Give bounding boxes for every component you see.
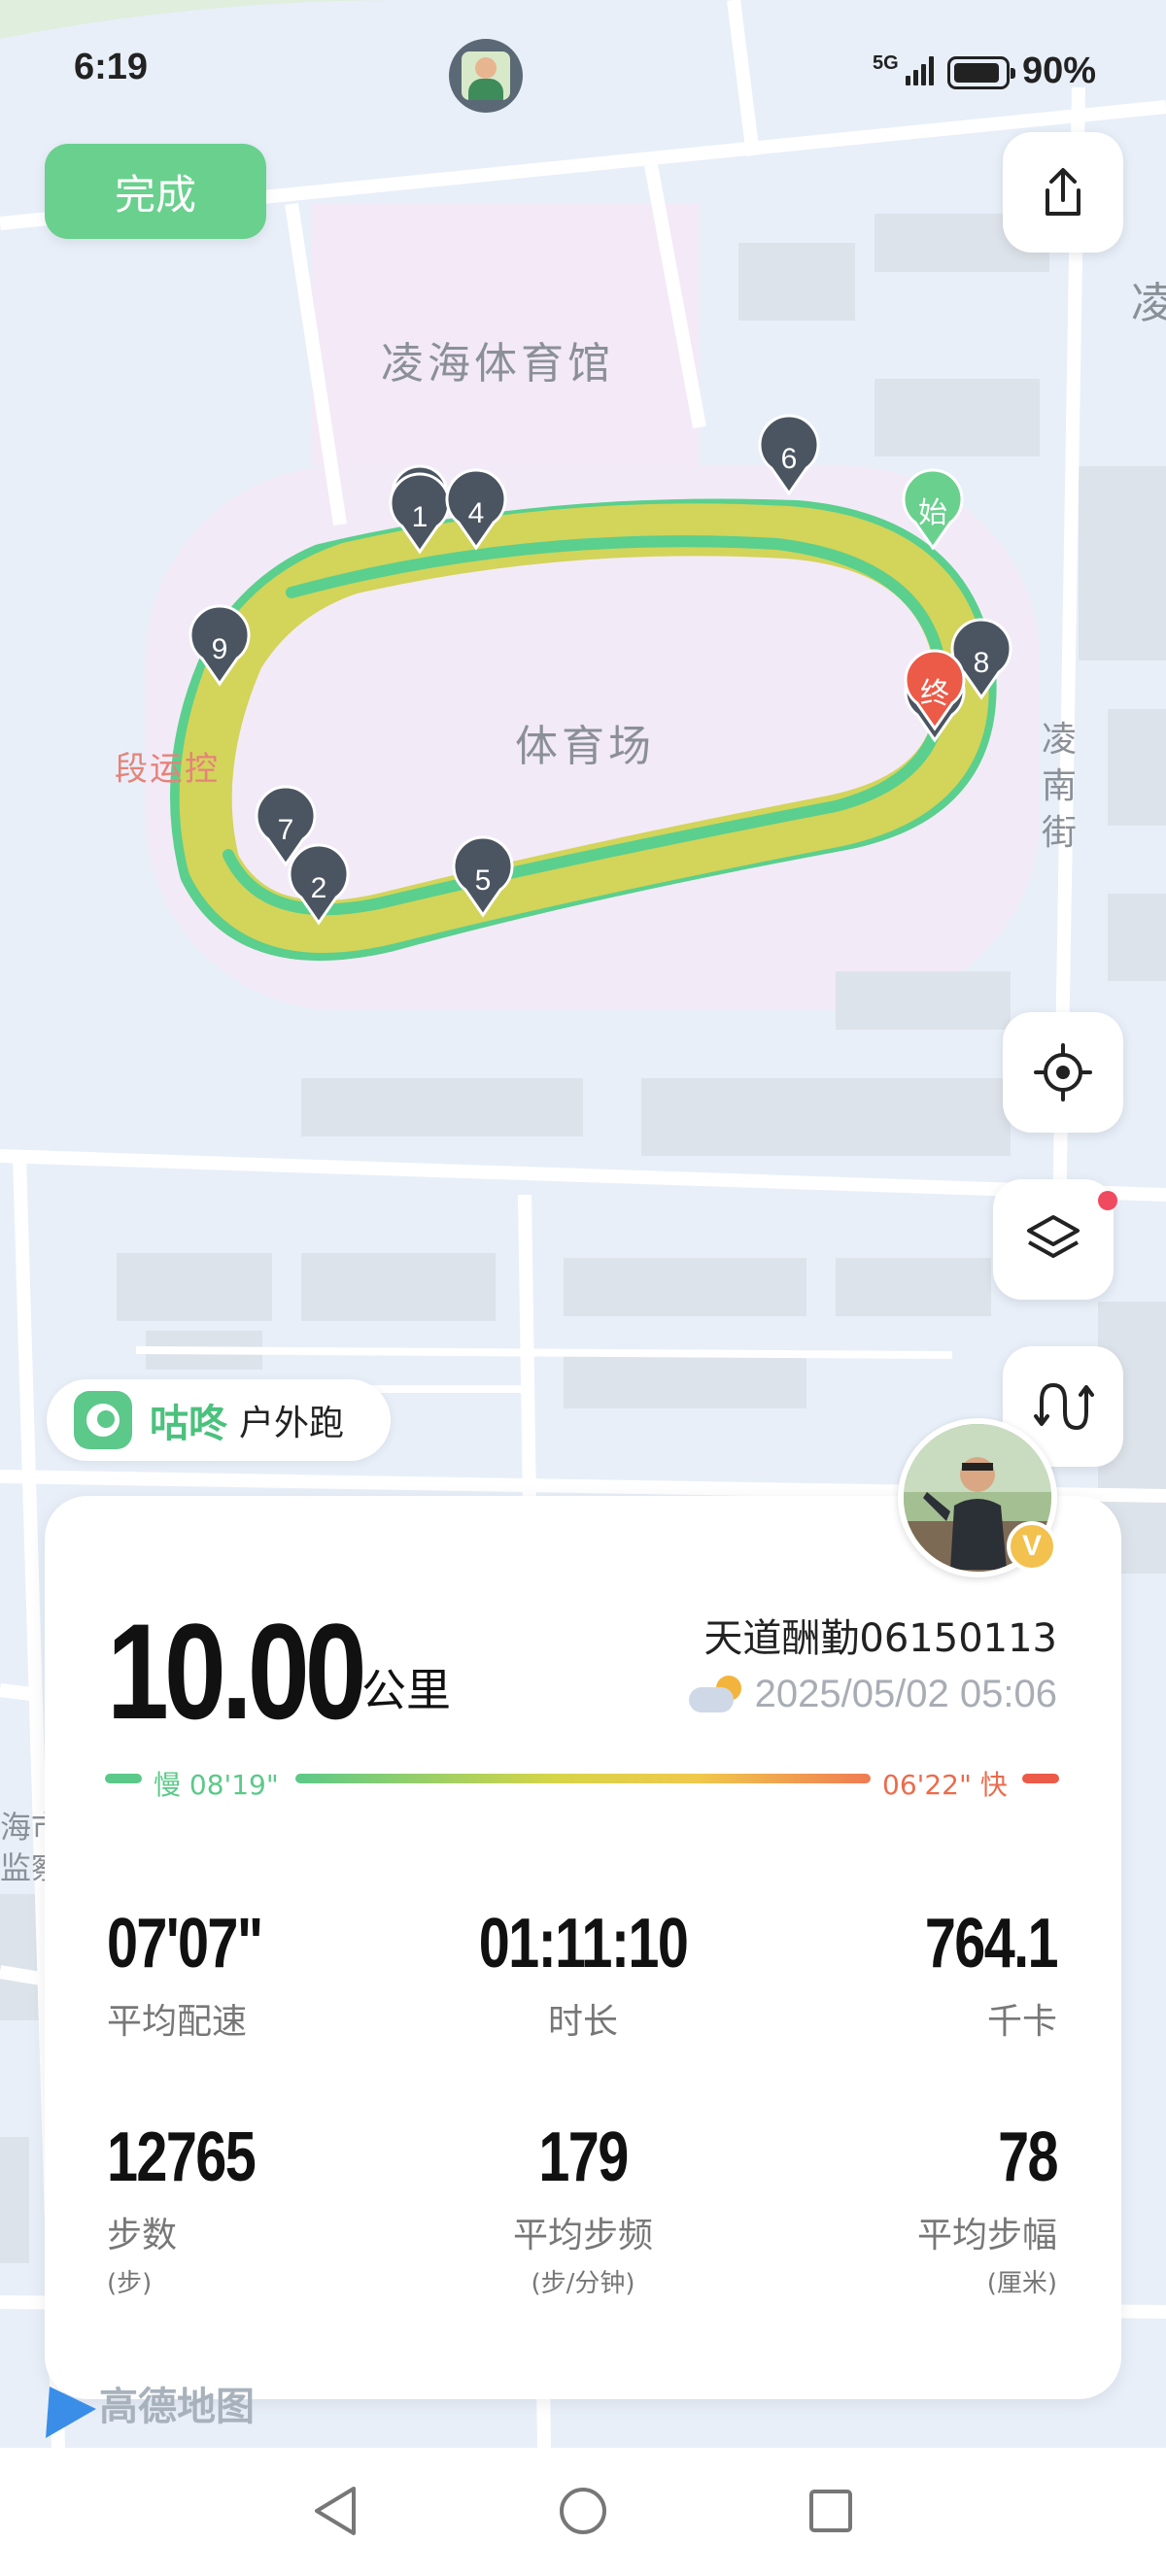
stat-value: 07'07": [107, 1905, 263, 1983]
app-logo-icon: [74, 1391, 132, 1449]
locate-icon: [1034, 1043, 1092, 1102]
home-button[interactable]: [549, 2477, 617, 2545]
battery-percent: 90%: [1022, 51, 1097, 91]
poi-label: 段运控: [115, 750, 220, 789]
pace-fast-swatch: [1022, 1774, 1059, 1783]
stat-value: 12765: [107, 2118, 257, 2196]
share-icon: [1046, 168, 1080, 216]
done-button[interactable]: 完成: [45, 144, 266, 239]
stat-label: 时长: [547, 2002, 618, 2042]
stat-label: 平均步幅: [916, 2216, 1057, 2255]
stat-unit: (步): [107, 2269, 153, 2298]
status-avatar-icon: [449, 39, 523, 113]
status-bar: 6:19 5G 90%: [0, 0, 1166, 146]
stat-label: 平均配速: [107, 2002, 248, 2042]
home-icon: [560, 2488, 606, 2534]
gym-label: 凌海体育馆: [381, 339, 614, 389]
system-nav-bar: [0, 2448, 1166, 2576]
weather-icon: [687, 1674, 743, 1716]
stat-value: 764.1: [924, 1905, 1059, 1983]
username: 天道酬勤06150113: [703, 1616, 1057, 1661]
recents-icon: [809, 2490, 852, 2532]
activity-type: 户外跑: [239, 1404, 345, 1443]
stat-steps: 12765 步数 (步): [107, 2118, 437, 2299]
pace-slow-swatch: [105, 1774, 142, 1783]
date-row: 2025/05/02 05:06: [687, 1673, 1057, 1716]
signal-icon: [906, 52, 939, 85]
stat-value: 179: [538, 2118, 629, 2196]
route-icon: [1034, 1382, 1094, 1431]
share-button[interactable]: [1003, 132, 1123, 253]
layers-button[interactable]: [993, 1179, 1114, 1300]
pace-legend: 慢 08'19" 06'22" 快: [105, 1764, 1061, 1801]
recents-button[interactable]: [797, 2477, 865, 2545]
distance-unit: 公里: [361, 1664, 451, 1716]
street-label: 凌南街: [1042, 720, 1078, 853]
app-name: 咕咚: [150, 1402, 227, 1446]
back-icon: [315, 2487, 356, 2535]
stat-value: 01:11:10: [478, 1905, 689, 1983]
stat-stride: 78 平均步幅 (厘米): [727, 2118, 1059, 2299]
stat-label: 步数: [107, 2216, 178, 2255]
network-type: 5G: [873, 52, 899, 74]
battery-icon: [947, 56, 1015, 89]
map-provider-name: 高德地图: [99, 2385, 255, 2429]
map-provider-logo: 高德地图: [27, 2374, 255, 2432]
layers-icon: [1027, 1215, 1080, 1258]
street-cut-label: 凌: [1131, 279, 1166, 328]
gaode-logo-icon: [27, 2374, 93, 2432]
back-button[interactable]: [301, 2477, 369, 2545]
verified-badge: V: [1007, 1521, 1057, 1572]
activity-date: 2025/05/02 05:06: [754, 1673, 1057, 1715]
screen: 凌海体育馆 体育场 凌 凌南街 段运控 海市 监察 12456789始终 6:1…: [0, 0, 1166, 2576]
distance-value: 10.00: [107, 1595, 367, 1747]
locate-button[interactable]: [1003, 1012, 1123, 1133]
stat-avg-pace: 07'07" 平均配速: [107, 1904, 437, 2044]
stat-label: 千卡: [986, 2002, 1057, 2042]
stadium-label: 体育场: [515, 722, 655, 771]
pace-fast-label: 06'22" 快: [882, 1769, 1008, 1801]
stat-calories: 764.1 千卡: [727, 1904, 1059, 2044]
stat-unit: (步/分钟): [531, 2269, 635, 2298]
stat-unit: (厘米): [986, 2269, 1057, 2298]
status-time: 6:19: [74, 47, 149, 87]
stat-value: 78: [998, 2118, 1058, 2196]
stat-cadence: 179 平均步频 (步/分钟): [418, 2118, 748, 2299]
pace-gradient: [295, 1774, 871, 1783]
stat-duration: 01:11:10 时长: [418, 1904, 748, 2044]
app-badge: 咕咚 户外跑: [47, 1379, 391, 1461]
pace-slow-label: 慢 08'19": [154, 1769, 279, 1801]
stat-label: 平均步频: [512, 2216, 653, 2255]
notification-dot: [1098, 1191, 1117, 1210]
